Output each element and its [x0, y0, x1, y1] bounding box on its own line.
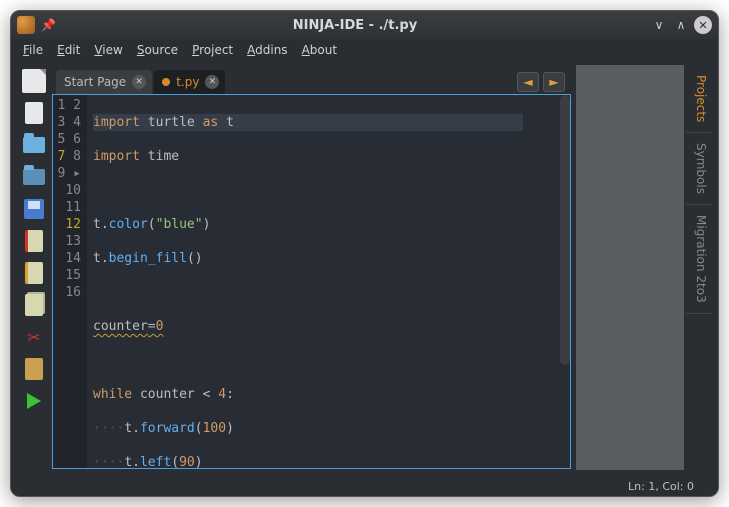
menu-view[interactable]: View [88, 41, 128, 59]
scrollbar[interactable] [560, 95, 570, 365]
new-project-icon[interactable] [22, 101, 46, 125]
close-button[interactable]: ✕ [694, 16, 712, 34]
maximize-button[interactable]: ∧ [672, 16, 690, 34]
side-tab-projects[interactable]: Projects [686, 65, 712, 133]
panel-body[interactable] [576, 65, 684, 470]
titlebar[interactable]: 📌 NINJA-IDE - ./t.py ∨ ∧ ✕ [11, 11, 718, 39]
tab-label: t.py [176, 75, 199, 89]
tab-bar: Start Page ✕ t.py ✕ ◄ ► [52, 66, 571, 94]
menubar: File Edit View Source Project Addins Abo… [11, 39, 718, 61]
status-bar: Ln: 1, Col: 0 [11, 476, 718, 496]
tab-label: Start Page [64, 75, 126, 89]
tab-start-page[interactable]: Start Page ✕ [56, 70, 152, 94]
tab-nav: ◄ ► [517, 72, 571, 94]
run-icon[interactable] [22, 389, 46, 413]
close-icon[interactable]: ✕ [132, 75, 146, 89]
cut-icon[interactable]: ✂ [22, 325, 46, 349]
tab-tpy[interactable]: t.py ✕ [154, 70, 225, 94]
main-area: ✂ Start Page ✕ t.py ✕ ◄ ► [17, 65, 712, 470]
pin-icon[interactable]: 📌 [41, 18, 56, 32]
open-project-icon[interactable] [22, 165, 46, 189]
minimize-button[interactable]: ∨ [650, 16, 668, 34]
menu-about[interactable]: About [296, 41, 344, 59]
deactivate-profile-icon[interactable] [22, 261, 46, 285]
modified-dot-icon [162, 78, 170, 86]
menu-edit[interactable]: Edit [51, 41, 86, 59]
menu-file[interactable]: File [17, 41, 49, 59]
menu-project[interactable]: Project [186, 41, 239, 59]
right-panel: Projects Symbols Migration 2to3 [572, 65, 712, 470]
line-gutter: 1 2 3 4 5 6 7 8 9 ▸ 10 11 12 13 14 15 16 [53, 95, 87, 468]
toolbar-left: ✂ [17, 65, 51, 470]
activate-profile-icon[interactable] [22, 229, 46, 253]
app-icon [17, 16, 35, 34]
save-icon[interactable] [22, 197, 46, 221]
side-tab-symbols[interactable]: Symbols [686, 133, 712, 205]
copy-icon[interactable] [22, 293, 46, 317]
new-file-icon[interactable] [22, 69, 46, 93]
paste-icon[interactable] [22, 357, 46, 381]
side-tabs: Projects Symbols Migration 2to3 [686, 65, 712, 470]
editor-panel: Start Page ✕ t.py ✕ ◄ ► 1 2 3 4 5 6 7 8 … [51, 65, 572, 470]
cursor-position: Ln: 1, Col: 0 [628, 480, 694, 493]
nav-forward-button[interactable]: ► [543, 72, 565, 92]
window-title: NINJA-IDE - ./t.py [60, 18, 650, 33]
window-controls: ∨ ∧ ✕ [650, 16, 712, 34]
nav-back-button[interactable]: ◄ [517, 72, 539, 92]
close-icon[interactable]: ✕ [205, 75, 219, 89]
open-file-icon[interactable] [22, 133, 46, 157]
app-window: 📌 NINJA-IDE - ./t.py ∨ ∧ ✕ File Edit Vie… [10, 10, 719, 497]
code-editor[interactable]: 1 2 3 4 5 6 7 8 9 ▸ 10 11 12 13 14 15 16… [52, 94, 571, 469]
side-tab-migration[interactable]: Migration 2to3 [686, 205, 712, 314]
menu-addins[interactable]: Addins [241, 41, 293, 59]
code-area[interactable]: import turtle as t import time t.color("… [87, 95, 570, 468]
menu-source[interactable]: Source [131, 41, 184, 59]
